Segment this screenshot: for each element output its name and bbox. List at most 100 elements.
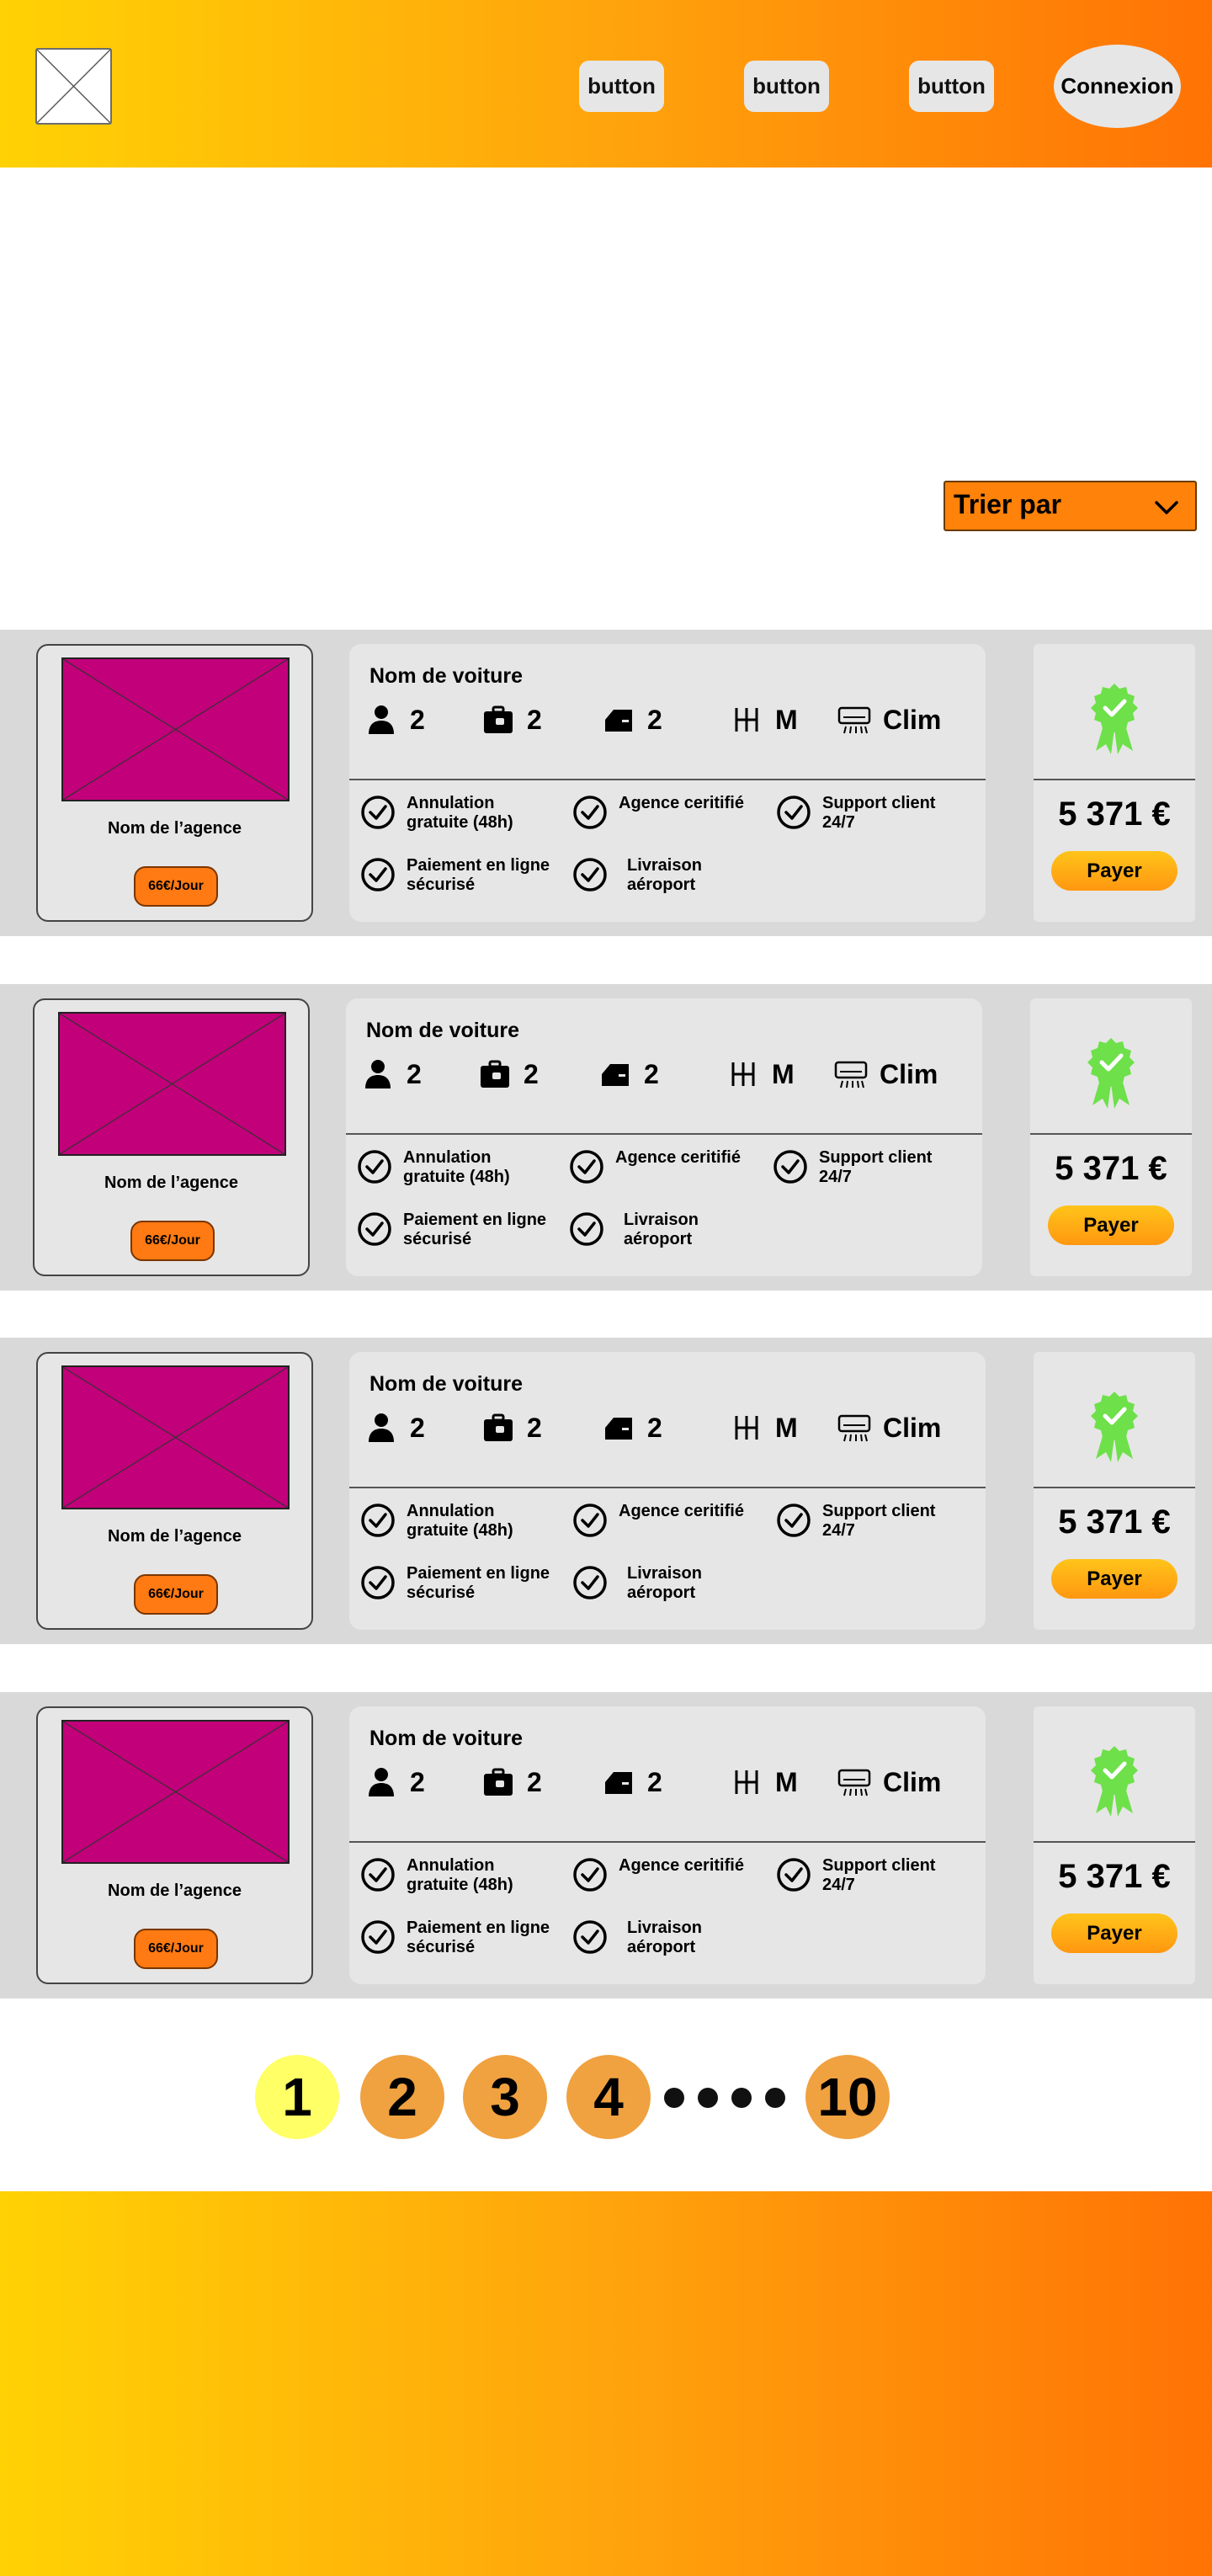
login-button[interactable]: Connexion — [1054, 45, 1181, 128]
feature-label: Agence ceritifié — [615, 1148, 741, 1167]
check-circle-icon — [361, 1920, 395, 1954]
spec-luggage-value: 2 — [527, 1412, 542, 1443]
page-button-4[interactable]: 4 — [566, 2055, 651, 2139]
air-conditioner-icon — [837, 1769, 871, 1796]
spec-transmission: M — [730, 1765, 798, 1799]
price-card: 5 371 € Payer — [1030, 998, 1192, 1276]
suitcase-icon — [484, 1768, 513, 1796]
gear-shift-icon — [735, 1416, 758, 1440]
spec-doors-value: 2 — [644, 1058, 659, 1089]
feature-item: Livraison aéroport — [571, 856, 765, 895]
car-image-placeholder — [61, 1720, 290, 1864]
divider — [1030, 1133, 1192, 1135]
nav-button-3[interactable]: button — [909, 61, 994, 112]
check-circle-icon — [361, 1858, 395, 1892]
sort-label: Trier par — [954, 489, 1062, 519]
feature-item: Annulation gratuite (48h) — [356, 1148, 558, 1187]
feature-label: Support client 24/7 — [822, 1856, 936, 1894]
page-button-2[interactable]: 2 — [360, 2055, 444, 2139]
car-details-card: Nom de voiture 2 2 2 M Clim Annulation g… — [349, 1352, 986, 1630]
spec-seats: 2 — [364, 703, 425, 737]
pay-button[interactable]: Payer — [1051, 851, 1177, 891]
air-conditioner-icon — [834, 1061, 868, 1088]
feature-item: Support client 24/7 — [775, 1502, 977, 1541]
listing-row: Nom de l’agence 66€/Jour Nom de voiture … — [0, 984, 1212, 1291]
daily-price-button[interactable]: 66€/Jour — [134, 1929, 218, 1969]
feature-label: Annulation gratuite (48h) — [403, 1148, 510, 1186]
car-door-icon — [605, 1418, 632, 1440]
certified-badge-icon — [1091, 1392, 1138, 1462]
check-circle-icon — [573, 1566, 607, 1599]
suitcase-icon — [484, 1413, 513, 1441]
feature-label: Annulation gratuite (48h) — [407, 794, 513, 832]
daily-price-button[interactable]: 66€/Jour — [134, 866, 218, 907]
ellipsis-dot — [698, 2088, 718, 2108]
agency-card[interactable]: Nom de l’agence 66€/Jour — [36, 1706, 313, 1984]
feature-item: Annulation gratuite (48h) — [359, 1502, 561, 1541]
feature-label: Paiement en ligne sécurisé — [403, 1211, 547, 1248]
feature-label: Support client 24/7 — [819, 1148, 933, 1186]
pagination-ellipsis — [664, 2088, 785, 2108]
page-button-1[interactable]: 1 — [255, 2055, 339, 2139]
feature-label: Support client 24/7 — [822, 1502, 936, 1540]
feature-item: Paiement en ligne sécurisé — [359, 856, 570, 895]
ellipsis-dot — [664, 2088, 684, 2108]
feature-item: Support client 24/7 — [775, 794, 977, 833]
divider — [349, 1487, 986, 1488]
spec-doors-value: 2 — [647, 1412, 662, 1443]
price-card: 5 371 € Payer — [1034, 644, 1195, 922]
pay-button[interactable]: Payer — [1051, 1913, 1177, 1953]
total-price: 5 371 € — [1058, 1858, 1171, 1895]
check-circle-icon — [777, 1858, 811, 1892]
agency-card[interactable]: Nom de l’agence 66€/Jour — [36, 644, 313, 922]
feature-item: Livraison aéroport — [571, 1919, 765, 1957]
feature-label: Livraison aéroport — [627, 856, 702, 894]
sort-dropdown[interactable]: Trier par — [944, 481, 1197, 531]
spec-luggage: 2 — [481, 1411, 542, 1445]
check-circle-icon — [570, 1150, 603, 1184]
check-circle-icon — [361, 858, 395, 891]
spec-transmission: M — [726, 1057, 795, 1091]
pay-button[interactable]: Payer — [1051, 1559, 1177, 1599]
divider — [1034, 1841, 1195, 1843]
nav-button-1[interactable]: button — [579, 61, 664, 112]
car-image-placeholder — [58, 1012, 286, 1156]
listing-row: Nom de l’agence 66€/Jour Nom de voiture … — [0, 1338, 1212, 1644]
spec-seats-value: 2 — [410, 1766, 425, 1797]
spec-seats: 2 — [364, 1411, 425, 1445]
feature-label: Agence ceritifié — [619, 1502, 744, 1520]
feature-item: Agence ceritifié — [571, 1856, 765, 1893]
page-button-3[interactable]: 3 — [463, 2055, 547, 2139]
check-circle-icon — [777, 796, 811, 829]
feature-item: Annulation gratuite (48h) — [359, 1856, 561, 1895]
logo-placeholder[interactable] — [35, 48, 112, 125]
spec-luggage: 2 — [481, 1765, 542, 1799]
spec-ac-value: Clim — [880, 1058, 938, 1089]
spec-seats-value: 2 — [410, 704, 425, 735]
daily-price-button[interactable]: 66€/Jour — [130, 1221, 215, 1261]
nav-button-2[interactable]: button — [744, 61, 829, 112]
spec-seats: 2 — [361, 1057, 422, 1091]
price-card: 5 371 € Payer — [1034, 1352, 1195, 1630]
spec-luggage-value: 2 — [527, 1766, 542, 1797]
spec-luggage-value: 2 — [524, 1058, 539, 1089]
car-image-placeholder — [61, 657, 290, 801]
page-button-10[interactable]: 10 — [805, 2055, 890, 2139]
agency-card[interactable]: Nom de l’agence 66€/Jour — [36, 1352, 313, 1630]
spec-ac: Clim — [837, 1411, 941, 1445]
spec-doors-value: 2 — [647, 1766, 662, 1797]
total-price: 5 371 € — [1058, 796, 1171, 833]
spec-seats-value: 2 — [410, 1412, 425, 1443]
person-icon — [365, 1060, 391, 1088]
feature-item: Paiement en ligne sécurisé — [359, 1564, 570, 1603]
spec-ac-value: Clim — [883, 1766, 942, 1797]
feature-label: Livraison aéroport — [627, 1564, 702, 1602]
agency-card[interactable]: Nom de l’agence 66€/Jour — [33, 998, 310, 1276]
footer — [0, 2191, 1212, 2576]
daily-price-button[interactable]: 66€/Jour — [134, 1574, 218, 1615]
spec-doors: 2 — [602, 1411, 662, 1445]
feature-label: Paiement en ligne sécurisé — [407, 856, 550, 894]
feature-item: Agence ceritifié — [571, 1502, 765, 1539]
check-circle-icon — [573, 1504, 607, 1537]
pay-button[interactable]: Payer — [1048, 1206, 1174, 1245]
